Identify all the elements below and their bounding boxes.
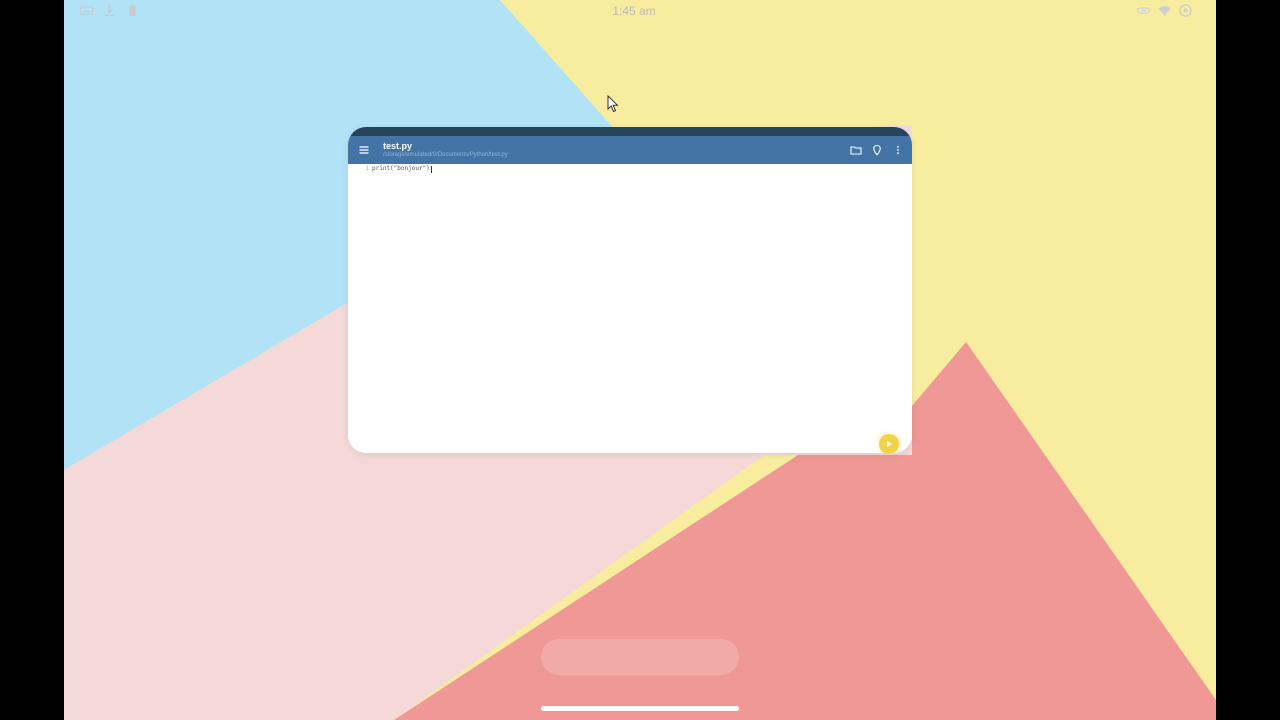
code-line[interactable]: 1 print("bonjour") <box>360 165 432 173</box>
status-time: 1:45 am <box>612 4 656 18</box>
file-path: /storage/emulated/0/Documents/Python/tes… <box>383 152 508 158</box>
file-title: test.py <box>383 141 413 151</box>
mouse-cursor-icon <box>607 95 619 113</box>
status-right-icons <box>1137 4 1192 17</box>
line-number: 1 <box>365 165 369 172</box>
status-bar: 1:45 am <box>64 0 1216 22</box>
code-text[interactable]: print("bonjour") <box>372 165 430 173</box>
wifi-icon <box>1158 6 1171 16</box>
code-editor[interactable]: 1 print("bonjour") <box>348 164 912 453</box>
window-drag-handle[interactable] <box>348 127 912 136</box>
play-icon <box>887 441 892 447</box>
code-editor-window[interactable]: test.py /storage/emulated/0/Documents/Py… <box>348 127 912 453</box>
link-icon <box>1137 7 1150 14</box>
app-dock[interactable] <box>541 639 739 675</box>
location-pin-icon[interactable] <box>870 143 884 157</box>
folder-icon[interactable] <box>849 143 863 157</box>
menu-icon[interactable] <box>358 144 370 156</box>
text-caret <box>430 165 432 173</box>
run-button[interactable] <box>879 434 899 453</box>
app-toolbar: test.py /storage/emulated/0/Documents/Py… <box>348 136 912 164</box>
more-vert-icon[interactable] <box>891 143 905 157</box>
home-indicator[interactable] <box>541 706 739 711</box>
settings-icon <box>1179 4 1192 17</box>
tablet-screen: 1:45 am test.py /storage/emulated/0/Docu… <box>64 0 1216 720</box>
